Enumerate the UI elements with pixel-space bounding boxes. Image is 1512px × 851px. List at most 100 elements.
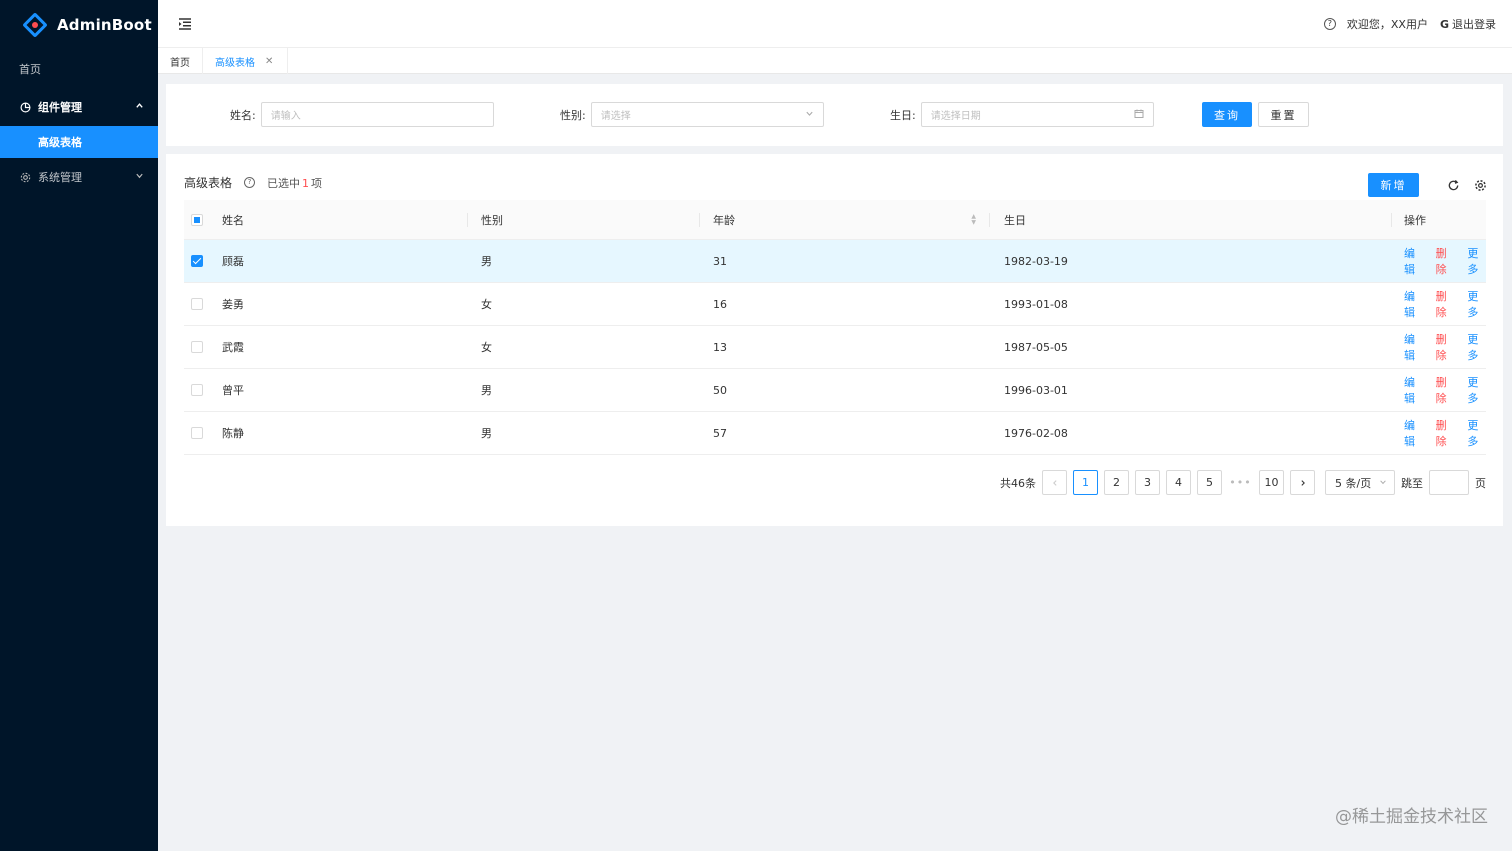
cell-name: 武霞	[222, 341, 244, 354]
column-header-birthday: 生日	[990, 200, 1392, 239]
sort-icon[interactable]: ▲ ▼	[971, 213, 976, 226]
logout-icon[interactable]: G	[1440, 18, 1449, 31]
cell-birthday: 1982-03-19	[1004, 254, 1068, 268]
sidebar-item-advanced-table[interactable]: 高级表格	[0, 126, 158, 158]
reset-button[interactable]: 重置	[1258, 102, 1309, 127]
page-5[interactable]: 5	[1197, 470, 1222, 495]
cell-actions: 编辑 删除 更多	[1392, 326, 1486, 368]
row-checkbox[interactable]	[191, 384, 203, 396]
page-size-select[interactable]: 5 条/页	[1325, 470, 1395, 495]
more-link[interactable]: 更多	[1467, 374, 1486, 406]
help-icon[interactable]: ?	[1323, 18, 1336, 30]
sidebar-item-home[interactable]: 首页	[0, 50, 158, 88]
more-link[interactable]: 更多	[1467, 245, 1486, 277]
prev-page-button[interactable]	[1042, 470, 1067, 495]
page-ellipsis[interactable]: •••	[1228, 470, 1253, 495]
column-header-age[interactable]: 年龄 ▲ ▼	[700, 200, 990, 239]
birthday-datepicker[interactable]: 请选择日期	[920, 102, 1154, 127]
row-checkbox[interactable]	[191, 427, 203, 439]
jump-page-input[interactable]	[1429, 470, 1469, 495]
sidebar-item-label: 首页	[19, 63, 41, 76]
sidebar: AdminBoot 首页 组件管理 高级表格 系统管理	[0, 0, 158, 851]
edit-link[interactable]: 编辑	[1404, 417, 1423, 449]
cell-sex: 女	[481, 341, 492, 354]
cell-name: 姜勇	[222, 298, 244, 311]
tab-label: 首页	[170, 57, 190, 69]
more-link[interactable]: 更多	[1467, 288, 1486, 320]
sex-select[interactable]: 请选择	[590, 102, 824, 127]
page-2[interactable]: 2	[1104, 470, 1129, 495]
table-header: 高级表格 ? 已选中 1 项	[184, 174, 322, 191]
page-suffix: 页	[1475, 476, 1486, 490]
row-select-cell	[184, 326, 210, 368]
row-checkbox[interactable]	[191, 341, 203, 353]
jump-label: 跳至	[1401, 476, 1423, 490]
edit-link[interactable]: 编辑	[1404, 331, 1423, 363]
cell-birthday: 1987-05-05	[1004, 340, 1068, 354]
reload-icon[interactable]	[1446, 178, 1460, 192]
welcome-text: 欢迎您，XX用户	[1346, 18, 1428, 31]
select-all-checkbox[interactable]	[191, 213, 203, 226]
column-header-label: 年龄	[713, 213, 735, 227]
cell-name: 陈静	[222, 427, 244, 440]
menu-fold-icon[interactable]	[177, 16, 193, 32]
cell-age: 57	[713, 426, 727, 440]
sex-label: 性别:	[560, 108, 586, 122]
next-page-button[interactable]	[1290, 470, 1315, 495]
tab-label: 高级表格	[215, 57, 255, 69]
table-row: 陈静 男 57 1976-02-08 编辑 删除 更多	[184, 412, 1486, 455]
chevron-up-icon	[135, 101, 144, 113]
sidebar-item-system[interactable]: 系统管理	[0, 158, 158, 196]
edit-link[interactable]: 编辑	[1404, 245, 1423, 277]
cell-age: 50	[713, 383, 727, 397]
logout-link[interactable]: 退出登录	[1452, 16, 1496, 32]
delete-link[interactable]: 删除	[1436, 331, 1455, 363]
edit-link[interactable]: 编辑	[1404, 288, 1423, 320]
app-name: AdminBoot	[57, 16, 152, 34]
row-checkbox[interactable]	[191, 255, 203, 267]
query-button[interactable]: 查询	[1202, 102, 1252, 127]
settings-icon[interactable]	[1473, 178, 1487, 192]
delete-link[interactable]: 删除	[1436, 417, 1455, 449]
table-header-row: 姓名 性别 年龄 ▲ ▼ 生日 操作	[184, 200, 1486, 240]
logo[interactable]: AdminBoot	[0, 0, 158, 50]
submenu-components: 高级表格	[0, 126, 158, 158]
sidebar-item-label: 高级表格	[38, 136, 82, 149]
pie-chart-icon	[19, 101, 31, 113]
header: ? 欢迎您，XX用户 G 退出登录	[158, 0, 1512, 48]
cell-age: 13	[713, 340, 727, 354]
more-link[interactable]: 更多	[1467, 331, 1486, 363]
birthday-label: 生日:	[890, 108, 916, 122]
cell-name: 顾磊	[222, 255, 244, 268]
sidebar-item-components[interactable]: 组件管理	[0, 88, 158, 126]
tab-home[interactable]: 首页	[158, 48, 203, 74]
add-button[interactable]: 新增	[1368, 173, 1419, 197]
edit-link[interactable]: 编辑	[1404, 374, 1423, 406]
delete-link[interactable]: 删除	[1436, 245, 1455, 277]
table-row: 顾磊 男 31 1982-03-19 编辑 删除 更多	[184, 240, 1486, 283]
page-3[interactable]: 3	[1135, 470, 1160, 495]
delete-link[interactable]: 删除	[1436, 374, 1455, 406]
logo-icon	[22, 12, 48, 38]
cell-sex: 男	[481, 255, 492, 268]
column-header-action: 操作	[1404, 213, 1426, 227]
row-checkbox[interactable]	[191, 298, 203, 310]
close-icon[interactable]: ✕	[265, 56, 273, 67]
row-select-cell	[184, 412, 210, 454]
page-1[interactable]: 1	[1073, 470, 1098, 495]
cell-age: 16	[713, 297, 727, 311]
calendar-icon	[1134, 108, 1144, 121]
page-10[interactable]: 10	[1259, 470, 1284, 495]
search-form: 姓名: 请输入 性别: 请选择 生日: 请选择日期 查询 重置	[166, 84, 1503, 146]
cell-sex: 男	[481, 427, 492, 440]
pagination: 共46条 1 2 3 4 5 ••• 10 5 条/页 跳至 页	[1000, 470, 1486, 495]
form-item-name: 姓名: 请输入	[230, 102, 494, 127]
help-icon[interactable]: ?	[244, 177, 256, 188]
tab-advanced-table[interactable]: 高级表格 ✕	[203, 48, 289, 74]
pagination-total: 共46条	[1000, 476, 1036, 490]
cell-actions: 编辑 删除 更多	[1392, 412, 1486, 454]
more-link[interactable]: 更多	[1467, 417, 1486, 449]
delete-link[interactable]: 删除	[1436, 288, 1455, 320]
page-4[interactable]: 4	[1166, 470, 1191, 495]
name-input[interactable]: 请输入	[260, 102, 494, 127]
